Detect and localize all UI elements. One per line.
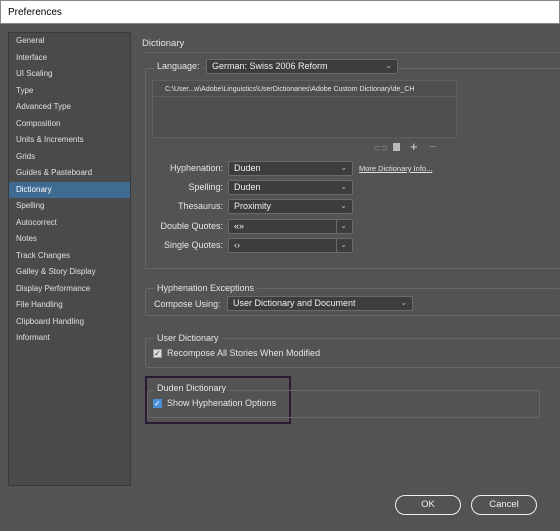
chevron-down-icon: ⌄: [340, 163, 347, 172]
language-select[interactable]: German: Swiss 2006 Reform ⌄: [206, 59, 398, 74]
compose-using-select[interactable]: User Dictionary and Document ⌄: [227, 296, 413, 311]
divider: [336, 239, 337, 252]
link-icon[interactable]: ⊂⊃: [373, 143, 388, 154]
hyphenation-select[interactable]: Duden ⌄: [228, 161, 353, 176]
sidebar-item-dictionary[interactable]: Dictionary: [9, 181, 130, 198]
window-title: Preferences: [0, 0, 560, 24]
recompose-checkbox[interactable]: ✓: [153, 349, 162, 358]
hyphenation-value: Duden: [234, 163, 261, 173]
chevron-down-icon: ⌄: [400, 298, 407, 307]
chevron-down-icon: ⌄: [340, 182, 347, 191]
sidebar-item-guides-pasteboard[interactable]: Guides & Pasteboard: [9, 165, 130, 182]
plus-icon[interactable]: +: [410, 139, 418, 154]
user-dictionary-title: User Dictionary: [154, 333, 222, 343]
sidebar-item-galley-story-display[interactable]: Galley & Story Display: [9, 264, 130, 281]
list-item[interactable]: C:\User...w\Adobe\Linguistics\UserDictio…: [153, 81, 456, 97]
page-title: Dictionary: [142, 38, 185, 49]
thesaurus-label: Thesaurus:: [177, 201, 223, 211]
thesaurus-value: Proximity: [234, 201, 272, 211]
chevron-down-icon: ⌄: [340, 221, 347, 230]
double-quotes-combo[interactable]: «» ⌄: [228, 219, 353, 234]
spelling-select[interactable]: Duden ⌄: [228, 180, 353, 195]
language-label: Language:: [154, 61, 203, 71]
spelling-label: Spelling:: [188, 182, 223, 192]
hyphenation-exceptions-title: Hyphenation Exceptions: [154, 283, 258, 293]
sidebar-item-interface[interactable]: Interface: [9, 50, 130, 67]
recompose-label[interactable]: Recompose All Stories When Modified: [167, 348, 320, 358]
minus-icon[interactable]: −: [429, 139, 437, 154]
show-hyphenation-options-label[interactable]: Show Hyphenation Options: [167, 398, 276, 408]
ok-button[interactable]: OK: [395, 495, 461, 515]
chevron-down-icon: ⌄: [340, 201, 347, 210]
duden-dictionary-title: Duden Dictionary: [154, 383, 230, 393]
single-quotes-combo[interactable]: ‹› ⌄: [228, 238, 353, 253]
divider: [140, 52, 560, 53]
single-quotes-value: ‹›: [234, 240, 240, 250]
double-quotes-value: «»: [234, 221, 245, 231]
sidebar-item-composition[interactable]: Composition: [9, 116, 130, 133]
compose-using-value: User Dictionary and Document: [233, 298, 356, 308]
chevron-down-icon: ⌄: [385, 61, 392, 70]
sidebar-item-type[interactable]: Type: [9, 83, 130, 100]
sidebar-item-track-changes[interactable]: Track Changes: [9, 248, 130, 265]
sidebar-item-spelling[interactable]: Spelling: [9, 198, 130, 215]
sidebar-item-ui-scaling[interactable]: UI Scaling: [9, 66, 130, 83]
thesaurus-select[interactable]: Proximity ⌄: [228, 199, 353, 214]
hyphenation-label: Hyphenation:: [169, 163, 223, 173]
double-quotes-label: Double Quotes:: [160, 221, 223, 231]
dictionary-list[interactable]: C:\User...w\Adobe\Linguistics\UserDictio…: [152, 80, 457, 138]
new-page-icon[interactable]: [393, 143, 400, 151]
compose-using-label: Compose Using:: [154, 299, 221, 309]
sidebar-item-units-increments[interactable]: Units & Increments: [9, 132, 130, 149]
sidebar-item-clipboard-handling[interactable]: Clipboard Handling: [9, 314, 130, 331]
chevron-down-icon: ⌄: [340, 240, 347, 249]
spelling-value: Duden: [234, 182, 261, 192]
sidebar-item-autocorrect[interactable]: Autocorrect: [9, 215, 130, 232]
single-quotes-label: Single Quotes:: [163, 240, 223, 250]
divider: [336, 220, 337, 233]
sidebar: General Interface UI Scaling Type Advanced T…: [8, 32, 131, 486]
language-value: German: Swiss 2006 Reform: [212, 61, 328, 71]
sidebar-item-display-performance[interactable]: Display Performance: [9, 281, 130, 298]
sidebar-item-advanced-type[interactable]: Advanced Type: [9, 99, 130, 116]
show-hyphenation-options-checkbox[interactable]: ✓: [153, 399, 162, 408]
cancel-button[interactable]: Cancel: [471, 495, 537, 515]
sidebar-item-notes[interactable]: Notes: [9, 231, 130, 248]
sidebar-item-informant[interactable]: Informant: [9, 330, 130, 347]
sidebar-item-grids[interactable]: Grids: [9, 149, 130, 166]
sidebar-item-general[interactable]: General: [9, 33, 130, 50]
sidebar-item-file-handling[interactable]: File Handling: [9, 297, 130, 314]
more-dictionary-info-link[interactable]: More Dictionary Info...: [359, 164, 432, 173]
